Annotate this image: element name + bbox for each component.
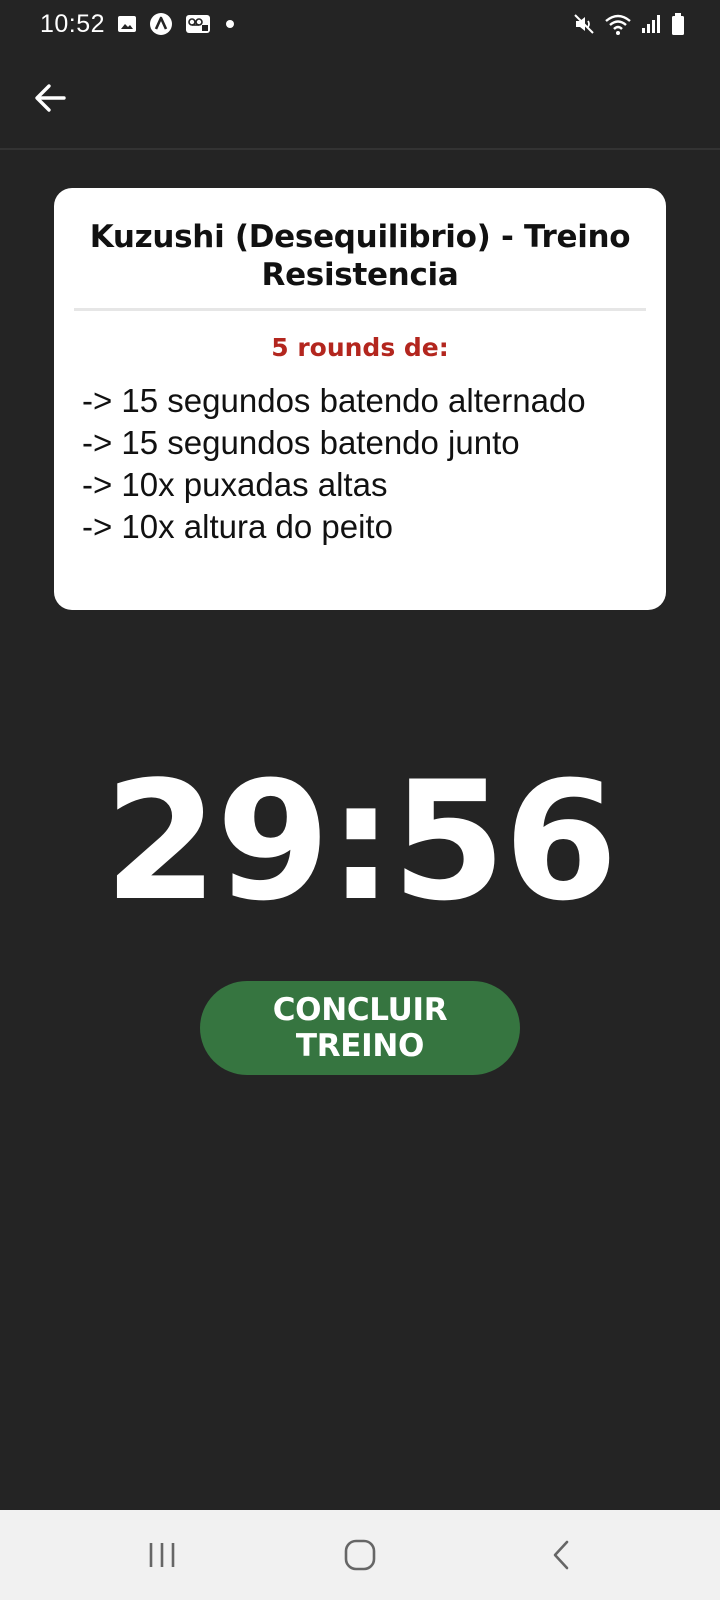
- status-bar: 10:52: [0, 0, 720, 48]
- workout-title: Kuzushi (Desequilibrio) - Treino Resiste…: [89, 219, 631, 293]
- voicemail-icon: [185, 14, 211, 34]
- recent-apps-icon: [149, 1543, 175, 1567]
- app-logo-icon: [149, 12, 173, 36]
- notification-dot-icon: [223, 17, 237, 31]
- home-icon: [344, 1539, 376, 1571]
- exercise-list: -> 15 segundos batendo alternado -> 15 s…: [74, 380, 646, 548]
- mute-icon: [572, 12, 596, 36]
- workout-card: Kuzushi (Desequilibrio) - Treino Resiste…: [54, 188, 666, 610]
- wifi-icon: [604, 12, 632, 36]
- card-divider: [74, 308, 646, 311]
- app-bar: [0, 48, 720, 150]
- rounds-label: 5 rounds de:: [271, 333, 449, 362]
- finish-workout-button[interactable]: CONCLUIR TREINO: [200, 981, 520, 1075]
- status-right: [572, 12, 686, 36]
- battery-icon: [670, 12, 686, 36]
- arrow-left-icon: [35, 84, 66, 112]
- exercise-item: -> 15 segundos batendo alternado: [82, 382, 586, 419]
- recent-apps-button[interactable]: [122, 1530, 202, 1580]
- back-button[interactable]: [24, 72, 76, 124]
- exercise-item: -> 15 segundos batendo junto: [82, 424, 520, 461]
- countdown-timer: 29:56: [103, 746, 618, 937]
- system-back-button[interactable]: [522, 1530, 602, 1580]
- home-button[interactable]: [320, 1530, 400, 1580]
- exercise-item: -> 10x puxadas altas: [82, 466, 388, 503]
- exercise-item: -> 10x altura do peito: [82, 508, 393, 545]
- navigation-bar: [0, 1510, 720, 1600]
- signal-icon: [640, 13, 662, 35]
- status-left: 10:52: [40, 10, 237, 39]
- back-icon: [553, 1540, 569, 1570]
- status-time: 10:52: [40, 9, 106, 38]
- image-icon: [117, 15, 137, 33]
